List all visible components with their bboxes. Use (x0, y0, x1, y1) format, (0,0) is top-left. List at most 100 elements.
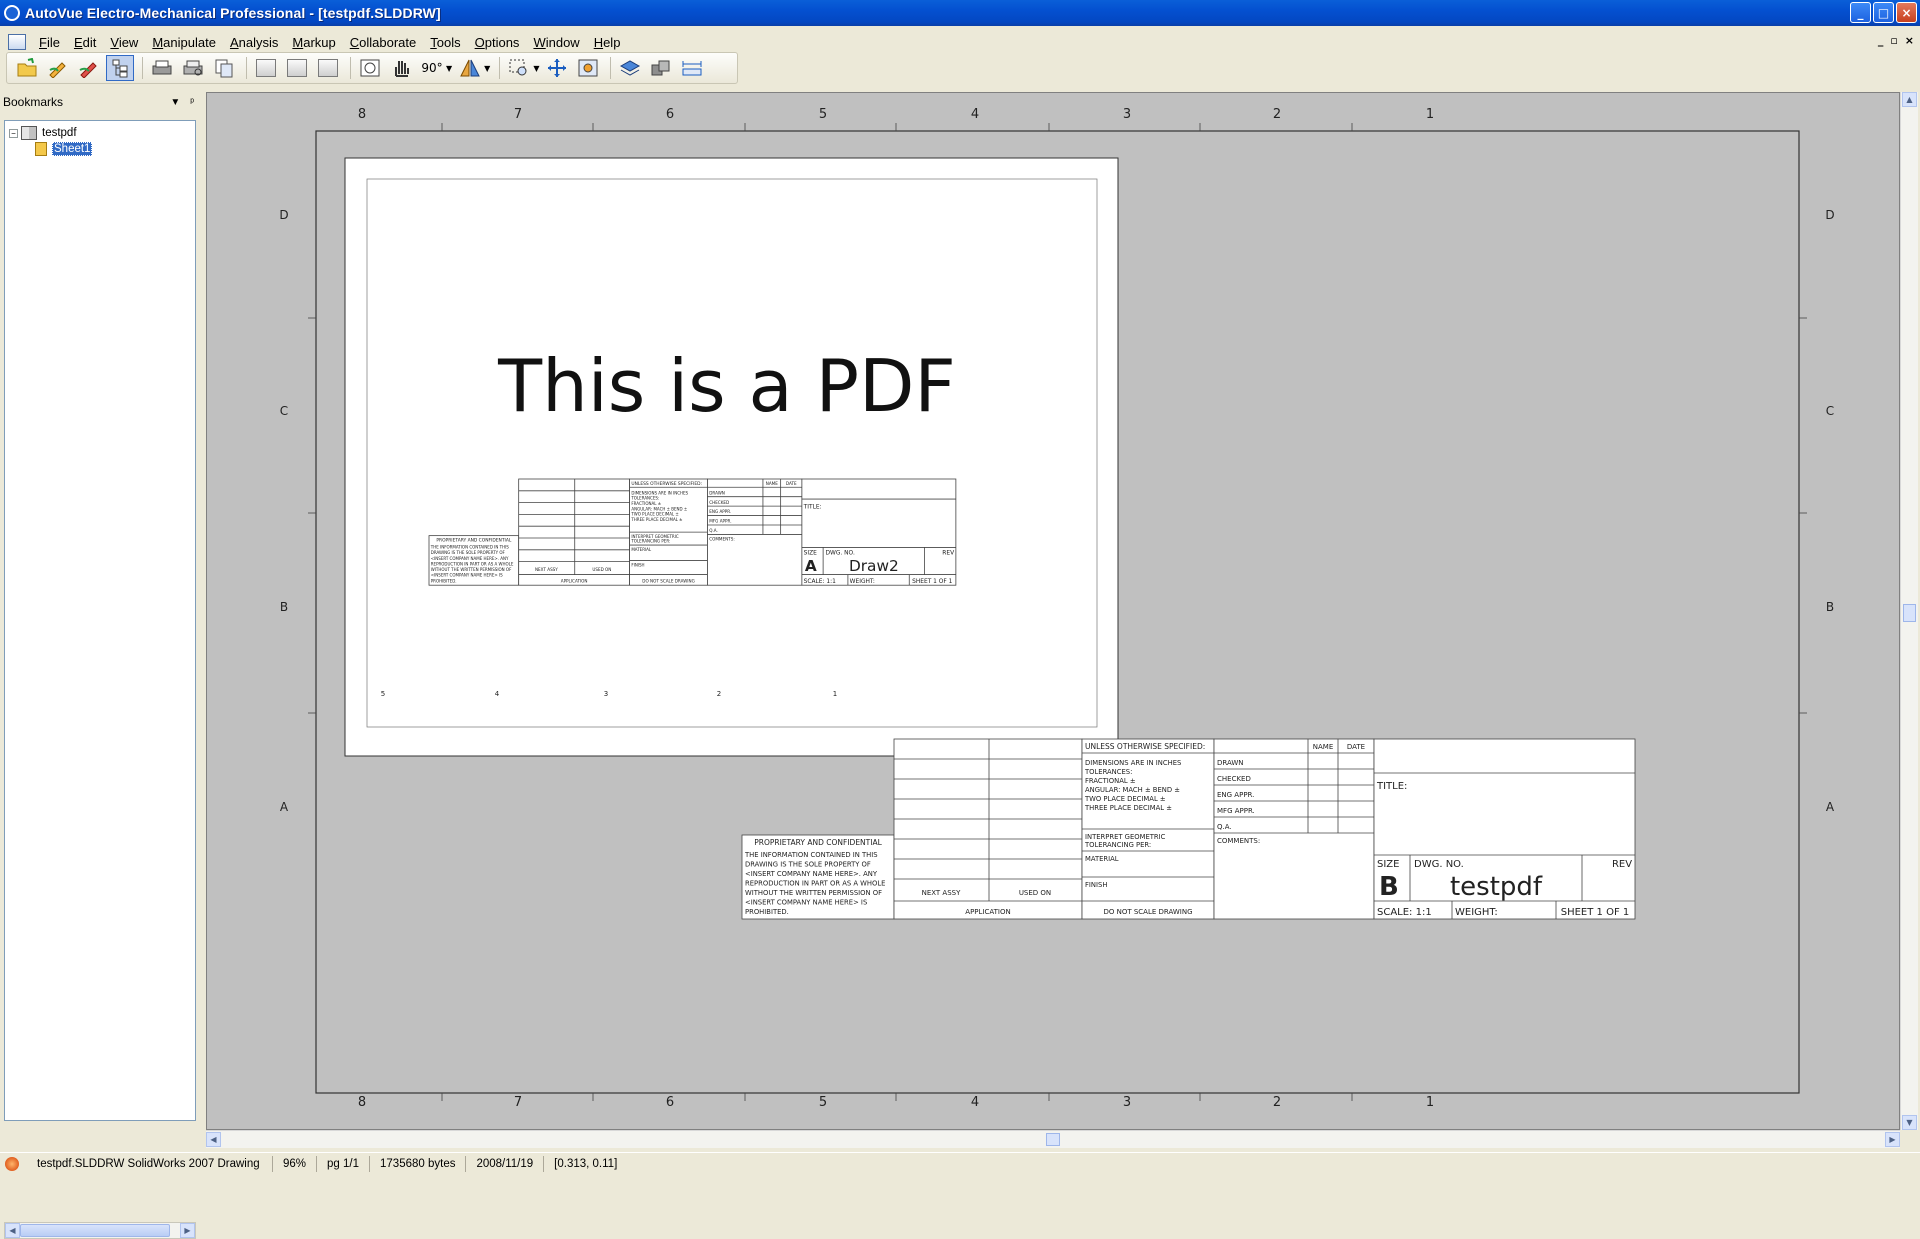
menu-collaborate[interactable]: Collaborate (343, 35, 424, 50)
scrollbar-thumb[interactable] (1046, 1133, 1060, 1146)
mfg-appr-label: MFG APPR. (709, 519, 731, 524)
tolerancing-label: TOLERANCING PER: (630, 539, 670, 544)
prev-page-icon[interactable] (252, 55, 280, 81)
menu-options[interactable]: Options (468, 35, 527, 50)
document-icon[interactable] (8, 34, 26, 50)
drawing-canvas[interactable]: 8 8 7 7 6 6 5 5 4 4 3 3 2 2 1 1 D D C C B B A A This is a PDF P… (207, 93, 1900, 1130)
magnify-icon[interactable] (574, 55, 602, 81)
material-label: MATERIAL (631, 547, 652, 552)
proprietary-line: <INSERT COMPANY NAME HERE>. ANY (431, 556, 509, 561)
scroll-left-icon[interactable]: ◀ (206, 1132, 221, 1147)
pan-hand-icon[interactable] (387, 55, 415, 81)
checked-label: CHECKED (709, 500, 729, 505)
bookmarks-title: Bookmarks (3, 95, 64, 109)
mirror-icon[interactable] (456, 55, 484, 81)
zone-label-bottom: 3 (1123, 1095, 1131, 1110)
menu-window[interactable]: Window (526, 35, 586, 50)
tolerances-label: TOLERANCES: (1084, 768, 1132, 776)
bookmarks-dropdown-icon[interactable]: ▼ (170, 97, 180, 108)
scale-label: SCALE: 1:1 (1377, 907, 1432, 918)
menu-analysis[interactable]: Analysis (223, 35, 285, 50)
fractional-label: FRACTIONAL ± (1085, 777, 1136, 785)
menu-view[interactable]: View (103, 35, 145, 50)
zone-label-top: 6 (666, 107, 674, 122)
zone-label-top: 8 (358, 107, 366, 122)
menu-markup[interactable]: Markup (285, 35, 342, 50)
proprietary-title: PROPRIETARY AND CONFIDENTIAL (436, 538, 511, 544)
markup-pencil-icon[interactable] (44, 55, 72, 81)
maximize-button[interactable]: □ (1873, 2, 1894, 23)
doc-close-button[interactable]: × (1905, 34, 1914, 47)
doc-minimize-button[interactable]: _ (1878, 34, 1884, 47)
scrollbar-thumb[interactable] (20, 1224, 170, 1237)
used-on-label: USED ON (592, 567, 611, 572)
zone-label-bottom: 2 (1273, 1095, 1281, 1110)
pin-icon[interactable]: ᵖ (190, 97, 194, 108)
mirror-dropdown-icon[interactable]: ▼ (484, 64, 490, 73)
toolbar-separator (246, 57, 247, 79)
scroll-right-icon[interactable]: ▶ (180, 1223, 195, 1238)
horizontal-scrollbar[interactable]: ◀ ▶ (206, 1130, 1900, 1148)
copy-icon[interactable] (210, 55, 238, 81)
proprietary-line: <INSERT COMPANY NAME HERE>. ANY (745, 870, 878, 878)
toolbar-separator (610, 57, 612, 79)
status-file: testpdf.SLDDRW SolidWorks 2007 Drawing (27, 1155, 273, 1172)
fit-all-icon[interactable] (543, 55, 571, 81)
size-label: SIZE (1377, 859, 1399, 870)
fit-icon[interactable] (356, 55, 384, 81)
proprietary-line: DRAWING IS THE SOLE PROPERTY OF (745, 861, 871, 869)
zoom-dropdown-icon[interactable]: ▼ (533, 64, 539, 73)
zone-label-bottom: 4 (971, 1095, 979, 1110)
drawn-label: DRAWN (1217, 759, 1244, 767)
vertical-scrollbar[interactable]: ▲ ▼ (1900, 92, 1918, 1130)
menu-manipulate[interactable]: Manipulate (145, 35, 223, 50)
scroll-up-icon[interactable]: ▲ (1902, 92, 1917, 107)
tree-view-icon[interactable] (106, 55, 134, 81)
zone-label-bottom: 1 (1426, 1095, 1434, 1110)
open-icon[interactable] (13, 55, 41, 81)
print-preview-icon[interactable] (179, 55, 207, 81)
tree-node-sheet1[interactable]: Sheet1 (9, 141, 191, 157)
markup-red-pencil-icon[interactable] (75, 55, 103, 81)
inner-zone-number: 4 (495, 690, 500, 698)
toolbar-separator (350, 57, 351, 79)
scroll-down-icon[interactable]: ▼ (1902, 1115, 1917, 1130)
zone-label-left: A (280, 800, 289, 814)
proprietary-line: PROHIBITED. (745, 908, 789, 916)
rotate-dropdown-icon[interactable]: ▼ (446, 64, 452, 73)
scrollbar-thumb[interactable] (1903, 604, 1916, 622)
proprietary-line: REPRODUCTION IN PART OR AS A WHOLE (431, 561, 514, 566)
tree-node-testpdf[interactable]: − testpdf (9, 125, 191, 141)
rotate-icon[interactable]: 90° (418, 55, 446, 81)
print-icon[interactable] (148, 55, 176, 81)
next-assy-label: NEXT ASSY (535, 567, 558, 572)
drawing-viewport[interactable]: 8 8 7 7 6 6 5 5 4 4 3 3 2 2 1 1 D D C C B B A A This is a PDF P… (206, 92, 1900, 1130)
page-icon[interactable] (283, 55, 311, 81)
close-button[interactable]: × (1896, 2, 1917, 23)
dwg-no-label: DWG. NO. (825, 551, 854, 557)
zone-label-right: C (1826, 404, 1834, 418)
menu-edit[interactable]: Edit (67, 35, 103, 50)
menu-file[interactable]: File (32, 35, 67, 50)
status-coords: [0.313, 0.11] (554, 1157, 618, 1170)
menu-tools[interactable]: Tools (423, 35, 467, 50)
zoom-box-icon[interactable] (505, 55, 533, 81)
proprietary-line: <INSERT COMPANY NAME HERE> IS (431, 573, 503, 578)
tolerances-label: TOLERANCES: (630, 496, 659, 501)
bookmarks-horizontal-scrollbar[interactable]: ◀ ▶ (4, 1222, 196, 1239)
blocks-icon[interactable] (647, 55, 675, 81)
measure-icon[interactable] (678, 55, 706, 81)
doc-restore-button[interactable]: ▫ (1890, 34, 1897, 47)
collapse-icon[interactable]: − (9, 128, 18, 138)
scroll-right-icon[interactable]: ▶ (1885, 1132, 1900, 1147)
comments-label: COMMENTS: (1217, 837, 1260, 845)
next-page-icon[interactable] (314, 55, 342, 81)
zone-label-left: D (279, 208, 288, 222)
menu-help[interactable]: Help (587, 35, 628, 50)
do-not-scale-label: DO NOT SCALE DRAWING (642, 578, 694, 583)
minimize-button[interactable]: _ (1850, 2, 1871, 23)
do-not-scale-label: DO NOT SCALE DRAWING (1103, 908, 1192, 916)
scroll-left-icon[interactable]: ◀ (5, 1223, 20, 1238)
layers-icon[interactable] (616, 55, 644, 81)
unless-specified-label: UNLESS OTHERWISE SPECIFIED: (1085, 742, 1205, 751)
